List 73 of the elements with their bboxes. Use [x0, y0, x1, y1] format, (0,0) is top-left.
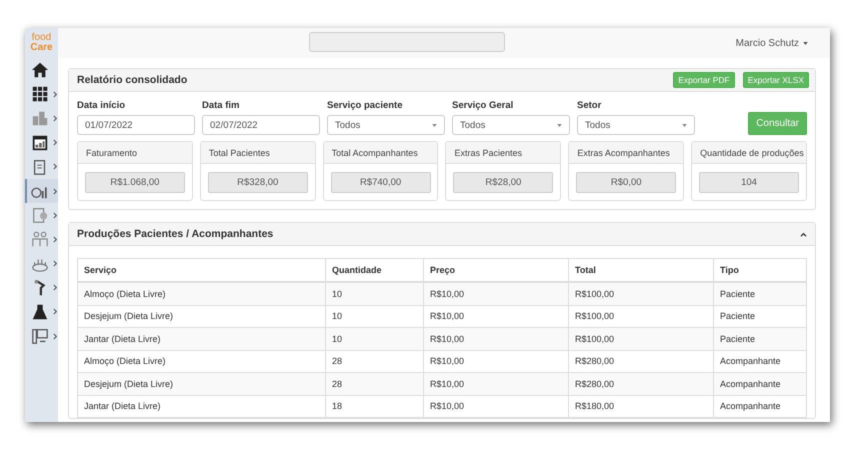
table-cell: Acompanhante	[714, 395, 806, 418]
field-label: Data fim	[202, 100, 240, 112]
caret-icon	[557, 124, 562, 126]
chevron-icon	[53, 308, 58, 316]
summary-value: 104	[699, 172, 800, 192]
table-cell: R$10,00	[424, 282, 568, 305]
select-field[interactable]: Todos	[327, 115, 445, 135]
card-title: Total Acompanhantes	[324, 142, 438, 164]
field-label: Data início	[77, 100, 126, 112]
table-cell: R$10,00	[424, 372, 568, 395]
panel-title: Relatório consolidado	[77, 74, 188, 86]
table-cell: R$180,00	[568, 395, 714, 418]
table-cell: 10	[326, 282, 424, 305]
date-field[interactable]: 01/07/2022	[77, 115, 195, 135]
grid-icon	[31, 85, 49, 104]
table-cell: 10	[326, 328, 424, 350]
chevron-icon	[53, 284, 58, 292]
caret-icon[interactable]	[803, 42, 808, 44]
select-field[interactable]: Todos	[577, 115, 695, 135]
table-cell: Jantar (Dieta Livre)	[78, 395, 326, 418]
field-label: Serviço paciente	[327, 100, 404, 112]
chevron-icon	[53, 139, 58, 146]
people-icon	[31, 230, 49, 248]
field-label: Setor	[577, 100, 602, 112]
card-title: Extras Acompanhantes	[569, 142, 684, 164]
chevron-icon	[53, 114, 58, 122]
table-cell: Almoço (Dieta Livre)	[78, 282, 326, 305]
select-field[interactable]: Todos	[452, 115, 570, 135]
field-label: Serviço Geral	[452, 100, 514, 112]
panel-title: Produções Pacientes / Acompanhantes	[77, 228, 274, 240]
computer-icon	[31, 327, 49, 346]
logo-text: food	[32, 33, 52, 43]
collapse-icon[interactable]	[800, 232, 807, 236]
table-cell: Paciente	[714, 328, 806, 350]
summary-value: R$740,00	[330, 172, 431, 192]
chevron-icon	[53, 260, 58, 268]
table-cell: Acompanhante	[714, 372, 806, 395]
table-cell: 18	[326, 395, 424, 418]
search-field[interactable]	[309, 32, 505, 52]
card-title: Quantidade de produções	[692, 142, 806, 164]
summary-value: R$28,00	[453, 172, 554, 192]
flask-icon	[31, 302, 49, 321]
chevron-icon	[53, 90, 58, 98]
caret-icon	[432, 124, 437, 126]
chart-board-icon	[31, 134, 49, 152]
chevron-icon	[53, 236, 58, 243]
table-cell: Jantar (Dieta Livre)	[78, 328, 326, 350]
card-title: Faturamento	[78, 142, 192, 164]
table-cell: Desjejum (Dieta Livre)	[78, 372, 326, 395]
chevron-icon	[53, 188, 58, 195]
chevron-icon	[53, 332, 58, 340]
table-cell: Paciente	[714, 282, 806, 305]
summary-value: R$328,00	[208, 172, 308, 192]
buildings-icon	[31, 109, 49, 128]
sidebar-item[interactable]	[25, 178, 58, 204]
chevron-icon	[53, 163, 58, 170]
table-cell: R$10,00	[424, 395, 568, 418]
table-cell: R$100,00	[568, 328, 714, 350]
user-menu[interactable]: Marcio Schutz	[736, 38, 799, 48]
caret-icon	[682, 124, 687, 126]
table-cell: R$10,00	[424, 328, 568, 350]
home-icon	[31, 61, 49, 80]
document-icon	[31, 206, 49, 224]
table-cell: R$100,00	[568, 282, 714, 305]
card-title: Total Pacientes	[200, 142, 315, 164]
date-field[interactable]: 02/07/2022	[202, 115, 320, 135]
logo-text: Care	[30, 43, 53, 53]
table-cell: R$280,00	[568, 372, 714, 395]
summary-value: R$0,00	[576, 172, 676, 192]
table-cell: 28	[326, 372, 424, 395]
card-title: Extras Pacientes	[446, 142, 560, 164]
summary-value: R$1.068,00	[84, 172, 185, 192]
chevron-icon	[53, 212, 58, 219]
